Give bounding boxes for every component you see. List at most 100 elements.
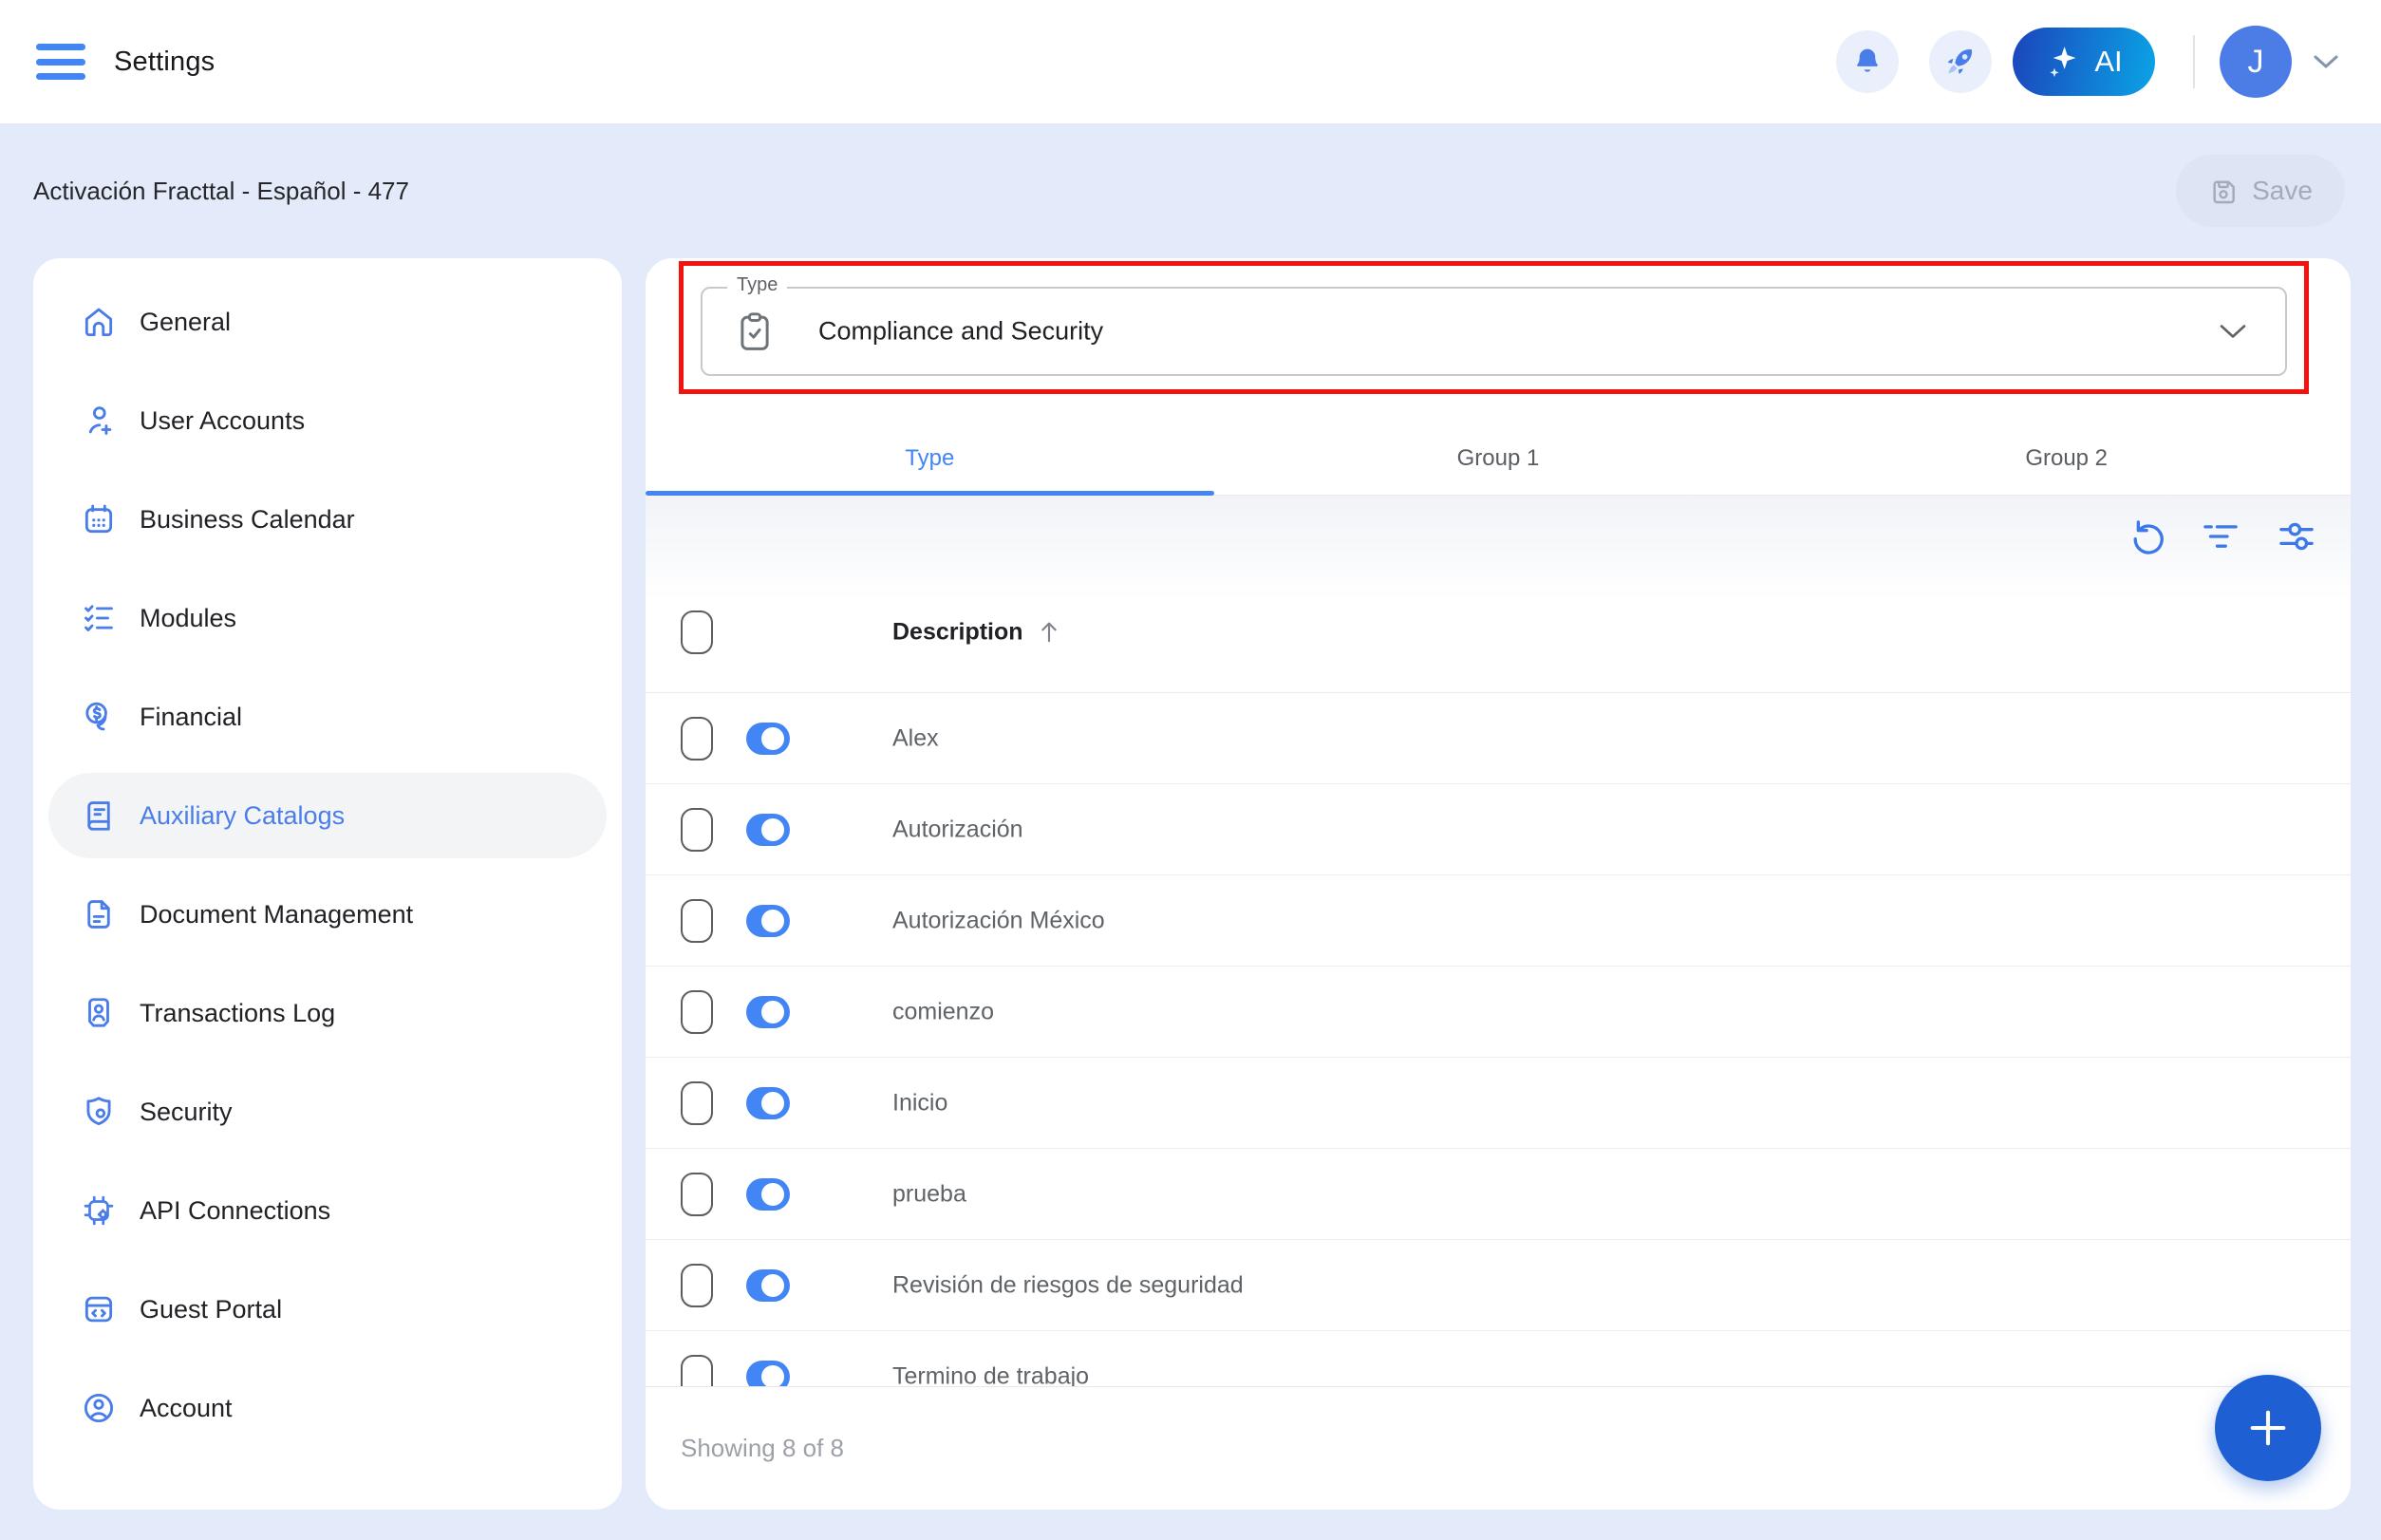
sidebar-item-label: Financial [140,702,243,731]
toggle-knob [761,1000,784,1024]
row-description: Alex [892,724,939,751]
row-toggle[interactable] [746,1360,790,1386]
document-icon [81,896,117,932]
sidebar-item-label: Modules [140,603,237,632]
table-header: Description [646,572,2351,693]
sidebar-item-guest-portal[interactable]: Guest Portal [48,1267,607,1352]
table-footer: Showing 8 of 8 [646,1386,2351,1510]
select-all-checkbox[interactable] [681,610,713,654]
toggle-knob [761,1273,784,1297]
filter-icon[interactable] [2201,516,2240,556]
row-checkbox[interactable] [681,1080,713,1125]
chevron-down-icon[interactable] [2313,53,2339,70]
tab-label: Type [905,445,955,471]
save-button[interactable]: Save [2176,155,2345,227]
sidebar-item-business-calendar[interactable]: Business Calendar [48,477,607,562]
sidebar-item-label: Security [140,1097,233,1126]
ai-assistant-button[interactable]: AI [2013,28,2155,96]
row-count-summary: Showing 8 of 8 [681,1434,845,1462]
topbar: Settings AI J [0,0,2381,123]
row-checkbox[interactable] [681,1172,713,1216]
row-description: comienzo [892,998,994,1024]
whats-new-button[interactable] [1929,30,1992,93]
rocket-icon [1943,45,1978,79]
row-checkbox[interactable] [681,898,713,943]
sidebar-item-auxiliary-catalogs[interactable]: Auxiliary Catalogs [48,773,607,858]
table-row: comienzo [646,967,2351,1058]
toggle-knob [761,726,784,750]
type-select-value: Compliance and Security [818,316,1104,346]
home-icon [81,304,117,340]
tab-type[interactable]: Type [646,423,1214,496]
bell-icon [1851,46,1884,78]
sidebar-item-transactions-log[interactable]: Transactions Log [48,970,607,1056]
sidebar-item-label: Business Calendar [140,504,355,534]
band-header: Activación Fracttal - Español - 477 Save [0,123,2381,258]
avatar[interactable]: J [2220,26,2292,98]
sidebar-item-user-accounts[interactable]: User Accounts [48,378,607,463]
row-checkbox[interactable] [681,1263,713,1307]
table-body: Alex Autorización Autorización México co… [646,693,2351,1386]
coin-icon [81,699,117,735]
sidebar-item-financial[interactable]: Financial [48,674,607,760]
topbar-divider [2193,35,2195,88]
row-toggle[interactable] [746,813,790,846]
sidebar-item-modules[interactable]: Modules [48,575,607,661]
row-toggle[interactable] [746,1086,790,1119]
sidebar-item-api-connections[interactable]: API Connections [48,1168,607,1253]
table-row: Alex [646,693,2351,784]
menu-icon[interactable] [36,44,85,80]
sidebar-item-label: API Connections [140,1195,331,1225]
toggle-knob [761,1182,784,1206]
checklist-icon [81,600,117,636]
sidebar-item-label: Auxiliary Catalogs [140,800,346,830]
tab-group-1[interactable]: Group 1 [1214,423,1783,495]
row-toggle[interactable] [746,722,790,755]
notifications-button[interactable] [1836,30,1899,93]
row-description: Autorización México [892,907,1105,933]
catalog-book-icon [81,798,117,834]
save-icon [2208,176,2239,206]
toggle-knob [761,1364,784,1386]
chevron-down-icon[interactable] [2219,324,2247,340]
row-checkbox[interactable] [681,807,713,852]
row-toggle[interactable] [746,904,790,937]
user-add-icon [81,403,117,439]
tab-group-2[interactable]: Group 2 [1782,423,2351,495]
table-row: Inicio [646,1058,2351,1149]
row-toggle[interactable] [746,1177,790,1211]
column-description[interactable]: Description [892,618,1061,646]
save-button-label: Save [2252,176,2313,205]
sort-ascending-icon [1037,619,1061,646]
add-button[interactable] [2215,1375,2321,1481]
auxiliary-catalogs-panel: Type Compliance and Security Type Group … [646,258,2351,1510]
type-select[interactable]: Type Compliance and Security [701,274,2287,376]
sidebar-item-account[interactable]: Account [48,1365,607,1451]
row-description: Autorización [892,816,1023,842]
guest-portal-icon [81,1291,117,1327]
transactions-icon [81,995,117,1031]
sidebar-item-label: User Accounts [140,405,306,435]
toggle-knob [761,817,784,841]
column-description-label: Description [892,618,1023,645]
settings-sidebar: General User Accounts Business Calendar … [33,258,622,1510]
row-toggle[interactable] [746,995,790,1028]
avatar-initial: J [2247,43,2264,80]
sidebar-item-security[interactable]: Security [48,1069,607,1155]
row-checkbox[interactable] [681,716,713,761]
context-title: Activación Fracttal - Español - 477 [33,176,409,205]
content: General User Accounts Business Calendar … [0,258,2381,1510]
refresh-icon[interactable] [2125,516,2165,556]
table-row: Termino de trabajo [646,1331,2351,1386]
row-checkbox[interactable] [681,1354,713,1386]
tab-label: Group 2 [2025,445,2109,471]
row-checkbox[interactable] [681,989,713,1034]
clipboard-check-icon [735,310,775,353]
sidebar-item-general[interactable]: General [48,279,607,365]
sidebar-item-document-management[interactable]: Document Management [48,872,607,957]
adjust-icon[interactable] [2277,516,2316,556]
tab-bar: Type Group 1 Group 2 [646,423,2351,496]
sidebar-item-label: Document Management [140,899,414,929]
row-description: Revisión de riesgos de seguridad [892,1271,1244,1298]
row-toggle[interactable] [746,1268,790,1302]
